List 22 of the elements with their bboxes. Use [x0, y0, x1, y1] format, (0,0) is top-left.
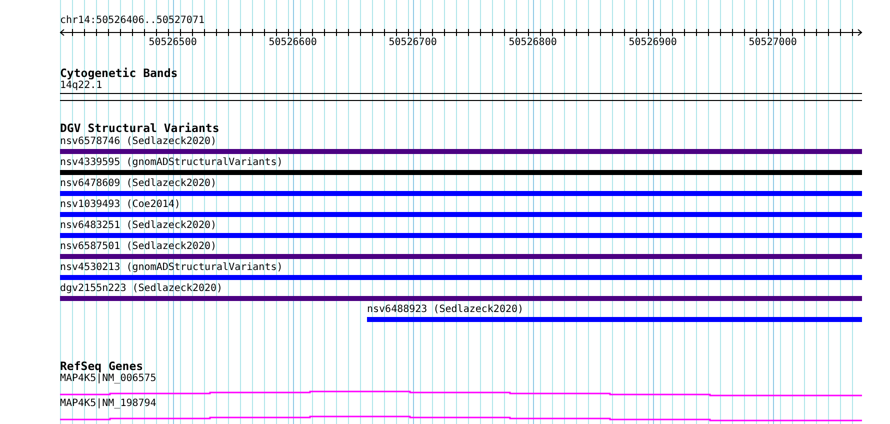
- variant-label: nsv6578746 (Sedlazeck2020): [60, 135, 217, 148]
- region-label: chr14:50526406..50527071: [60, 15, 204, 27]
- tick-label: 50526900: [628, 37, 677, 48]
- variant-label: nsv6478609 (Sedlazeck2020): [60, 177, 217, 190]
- tick-label: 50526600: [268, 37, 317, 48]
- track-title: DGV Structural Variants: [60, 122, 220, 135]
- tick-label: 50527000: [748, 37, 797, 48]
- variant-label: nsv6483251 (Sedlazeck2020): [60, 219, 217, 232]
- variant-label: nsv6488923 (Sedlazeck2020): [367, 303, 524, 316]
- variant-label: nsv1039493 (Coe2014): [60, 198, 180, 211]
- variant-label: dgv2155n223 (Sedlazeck2020): [60, 282, 223, 295]
- track-title: RefSeq Genes: [60, 360, 144, 373]
- track-title: Cytogenetic Bands: [60, 67, 178, 80]
- tick-label: 50526800: [508, 37, 557, 48]
- band-label: 14q22.1: [60, 80, 102, 92]
- transcript-label: MAP4K5|NM_006575: [60, 373, 156, 385]
- variant-label: nsv4530213 (gnomADStructuralVariants): [60, 261, 283, 274]
- tick-label: 50526700: [388, 37, 437, 48]
- tick-label: 50526500: [148, 37, 197, 48]
- transcript-label: MAP4K5|NM_198794: [60, 398, 156, 410]
- variant-label: nsv4339595 (gnomADStructuralVariants): [60, 156, 283, 169]
- variant-label: nsv6587501 (Sedlazeck2020): [60, 240, 217, 253]
